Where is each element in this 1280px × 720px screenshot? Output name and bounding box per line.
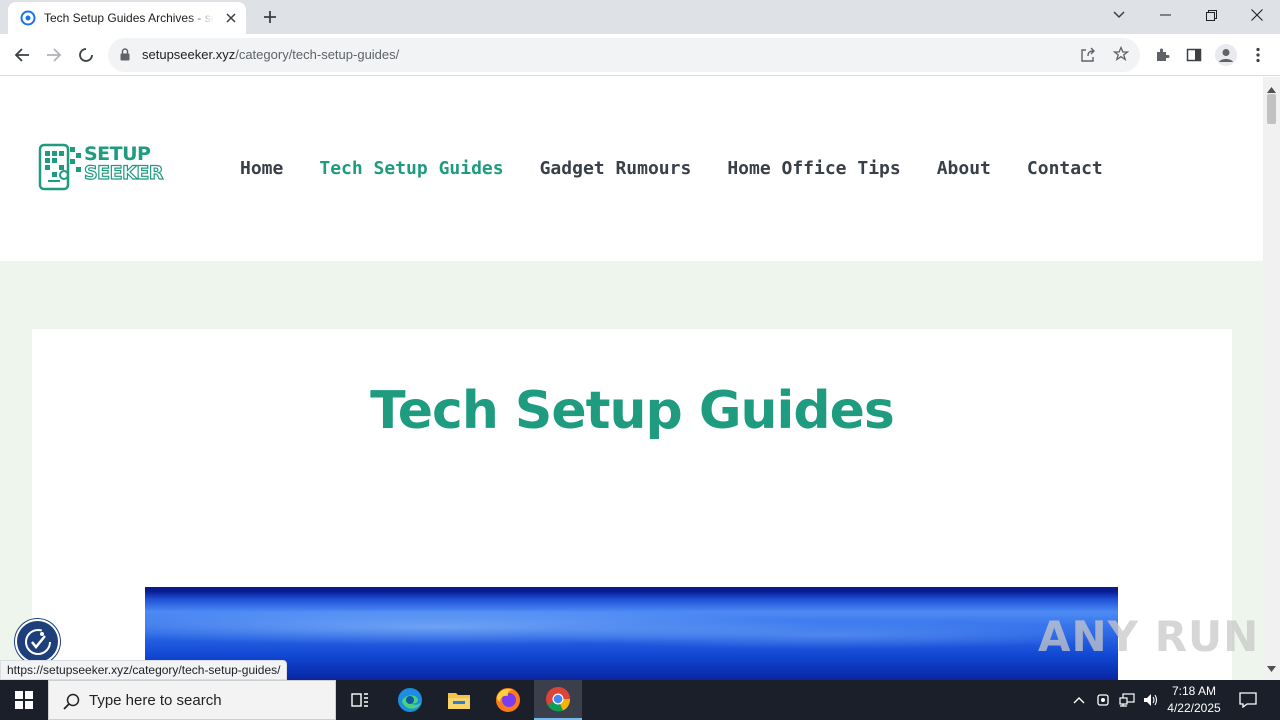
- accessibility-icon: [24, 628, 51, 655]
- address-bar[interactable]: setupseeker.xyz/category/tech-setup-guid…: [108, 38, 1140, 72]
- tab-strip: Tech Setup Guides Archives - setupseeker: [0, 0, 1280, 34]
- tab-search-icon[interactable]: [1096, 0, 1142, 30]
- minimize-icon[interactable]: [1142, 0, 1188, 30]
- file-explorer-icon[interactable]: [435, 680, 483, 720]
- profile-avatar-icon[interactable]: [1210, 39, 1242, 71]
- show-hidden-icons-chevron-icon[interactable]: [1068, 680, 1090, 720]
- bookmark-star-icon[interactable]: [1112, 45, 1130, 67]
- meet-now-icon[interactable]: [1092, 680, 1114, 720]
- firefox-icon[interactable]: [484, 680, 532, 720]
- site-logo[interactable]: SETUP SEEKER: [38, 143, 168, 193]
- logo-text-seeker: SEEKER: [83, 162, 164, 184]
- main-navigation: Home Tech Setup Guides Gadget Rumours Ho…: [240, 158, 1103, 179]
- scroll-down-arrow-icon[interactable]: [1267, 659, 1276, 677]
- back-icon[interactable]: [6, 39, 38, 71]
- share-icon[interactable]: [1080, 47, 1096, 68]
- site-favicon-icon: [20, 10, 36, 26]
- search-icon: [63, 693, 80, 710]
- menu-kebab-icon[interactable]: [1242, 39, 1274, 71]
- anyrun-watermark: ANY RUN: [1038, 612, 1260, 661]
- network-icon[interactable]: [1116, 680, 1138, 720]
- screen: Tech Setup Guides Archives - setupseeker: [0, 0, 1280, 720]
- page-scrollbar[interactable]: [1263, 77, 1280, 680]
- url-text: setupseeker.xyz/category/tech-setup-guid…: [142, 47, 400, 62]
- taskbar-search-box[interactable]: Type here to search: [48, 680, 336, 720]
- page-title: Tech Setup Guides: [370, 381, 895, 441]
- browser-toolbar: setupseeker.xyz/category/tech-setup-guid…: [0, 34, 1280, 76]
- nav-home[interactable]: Home: [240, 158, 283, 179]
- task-view-icon[interactable]: [336, 680, 384, 720]
- close-window-icon[interactable]: [1234, 0, 1280, 30]
- scrollbar-thumb[interactable]: [1267, 94, 1276, 124]
- browser-tab[interactable]: Tech Setup Guides Archives - setupseeker: [8, 2, 246, 34]
- nav-about[interactable]: About: [937, 158, 991, 179]
- taskbar-search-placeholder: Type here to search: [89, 692, 222, 709]
- nav-gadget-rumours[interactable]: Gadget Rumours: [540, 158, 692, 179]
- volume-icon[interactable]: [1140, 680, 1162, 720]
- edge-browser-icon[interactable]: [386, 680, 434, 720]
- link-status-bar: https://setupseeker.xyz/category/tech-se…: [0, 660, 288, 680]
- post-featured-image[interactable]: [145, 587, 1118, 680]
- notifications-icon[interactable]: [1232, 680, 1264, 720]
- nav-home-office-tips[interactable]: Home Office Tips: [727, 158, 900, 179]
- site-header: SETUP SEEKER Home Tech Setup Guides Gadg…: [0, 77, 1263, 261]
- logo-phone-icon: [38, 143, 81, 191]
- taskbar-clock[interactable]: 7:18 AM 4/22/2025: [1162, 683, 1226, 717]
- extensions-icon[interactable]: [1146, 39, 1178, 71]
- clock-date: 4/22/2025: [1167, 701, 1221, 715]
- side-panel-icon[interactable]: [1178, 39, 1210, 71]
- close-tab-icon[interactable]: [222, 9, 240, 27]
- nav-contact[interactable]: Contact: [1027, 158, 1103, 179]
- start-button[interactable]: [0, 680, 48, 720]
- restore-icon[interactable]: [1188, 0, 1234, 30]
- nav-tech-setup-guides[interactable]: Tech Setup Guides: [319, 158, 503, 179]
- stop-loading-icon[interactable]: [70, 39, 102, 71]
- forward-icon[interactable]: [38, 39, 70, 71]
- accessibility-widget-button[interactable]: [15, 619, 60, 664]
- page-viewport: SETUP SEEKER Home Tech Setup Guides Gadg…: [0, 77, 1263, 680]
- new-tab-icon[interactable]: [258, 5, 282, 29]
- tab-title: Tech Setup Guides Archives - setupseeker: [44, 11, 214, 25]
- chrome-icon[interactable]: [534, 680, 582, 720]
- windows-logo-icon: [15, 691, 33, 709]
- clock-time: 7:18 AM: [1171, 684, 1217, 698]
- windows-taskbar: Type here to search 7:18 AM 4/22/2025: [0, 680, 1280, 720]
- lock-icon[interactable]: [120, 48, 130, 66]
